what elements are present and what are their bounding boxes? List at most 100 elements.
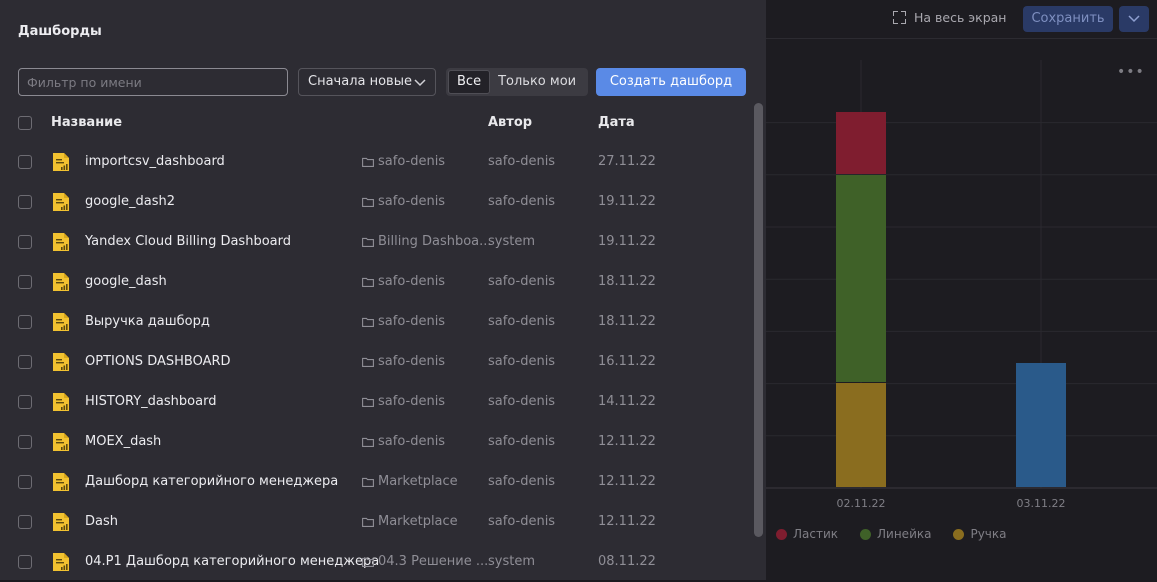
fullscreen-button[interactable]: На весь экран [893,10,1006,25]
table-row[interactable]: MOEX_dash safo-denis safo-denis 12.11.22 [0,422,750,462]
row-checkbox[interactable] [18,275,32,289]
folder-label: safo-denis [378,434,446,449]
row-author: safo-denis [488,194,556,209]
legend-item[interactable]: Ластик [776,527,838,541]
fullscreen-label: На весь экран [914,10,1007,25]
create-dashboard-button[interactable]: Создать дашборд [596,68,746,96]
column-name[interactable]: Название [51,115,122,130]
row-name[interactable]: Выручка дашборд [85,314,210,329]
row-date: 27.11.22 [598,154,656,169]
row-folder: safo-denis [362,394,445,409]
chevron-down-icon [1128,15,1140,23]
folder-icon [362,317,374,327]
row-folder: safo-denis [362,194,445,209]
row-checkbox[interactable] [18,435,32,449]
column-author[interactable]: Автор [488,115,532,130]
row-name[interactable]: Дашборд категорийного менеджера [85,474,338,489]
row-folder: safo-denis [362,354,445,369]
table-row[interactable]: Dash Marketplace safo-denis 12.11.22 [0,502,750,542]
row-folder: safo-denis [362,434,445,449]
dashboards-dialog: Дашборды Сначала новые Все Только мои Со… [0,0,766,580]
row-name[interactable]: 04.P1 Дашборд категорийного менеджера [85,554,379,569]
row-date: 19.11.22 [598,234,656,249]
folder-icon [362,557,374,567]
legend-label: Ручка [970,527,1007,541]
row-checkbox[interactable] [18,235,32,249]
row-checkbox[interactable] [18,555,32,569]
chart-legend: Ластик Линейка Ручка [776,527,1007,541]
row-date: 08.11.22 [598,554,656,569]
bar-segment[interactable] [836,112,886,174]
row-name[interactable]: google_dash [85,274,167,289]
bar-segment[interactable] [1016,363,1066,487]
dashboard-file-icon [52,552,70,576]
folder-label: safo-denis [378,194,446,209]
folder-icon [362,197,374,207]
row-author: safo-denis [488,354,556,369]
folder-icon [362,517,374,527]
row-name[interactable]: google_dash2 [85,194,175,209]
row-author: safo-denis [488,474,556,489]
table-row[interactable]: HISTORY_dashboard safo-denis safo-denis 14.… [0,382,750,422]
table-row[interactable]: google_dash2 safo-denis safo-denis 19.11.22 [0,182,750,222]
legend-label: Линейка [877,527,932,541]
row-checkbox[interactable] [18,195,32,209]
save-options-button[interactable] [1119,6,1149,32]
segment-all[interactable]: Все [448,70,491,94]
row-name[interactable]: Dash [85,514,118,529]
row-name[interactable]: Yandex Cloud Billing Dashboard [85,234,291,249]
save-button[interactable]: Сохранить [1023,6,1113,32]
x-tick-label: 03.11.22 [1017,497,1066,510]
legend-dot-icon [860,528,872,540]
sort-select[interactable]: Сначала новые [298,68,436,96]
row-checkbox[interactable] [18,515,32,529]
row-name[interactable]: HISTORY_dashboard [85,394,216,409]
row-author: safo-denis [488,274,556,289]
row-name[interactable]: importcsv_dashboard [85,154,225,169]
segment-mine[interactable]: Только мои [490,70,584,94]
row-checkbox[interactable] [18,355,32,369]
x-tick-label: 02.11.22 [837,497,886,510]
bar-segment[interactable] [836,383,886,487]
scrollbar-thumb[interactable] [754,103,763,537]
folder-icon [362,237,374,247]
row-checkbox[interactable] [18,475,32,489]
row-date: 18.11.22 [598,314,656,329]
chevron-down-icon [414,79,426,87]
dashboard-file-icon [52,472,70,496]
folder-label: safo-denis [378,314,446,329]
row-name[interactable]: MOEX_dash [85,434,161,449]
row-checkbox[interactable] [18,315,32,329]
legend-item[interactable]: Линейка [860,527,931,541]
row-folder: safo-denis [362,274,445,289]
folder-icon [362,277,374,287]
folder-icon [362,357,374,367]
legend-item[interactable]: Ручка [953,527,1007,541]
bar-segment[interactable] [836,175,886,382]
row-date: 12.11.22 [598,474,656,489]
folder-label: safo-denis [378,354,446,369]
table-row[interactable]: Выручка дашборд safo-denis safo-denis 18.11… [0,302,750,342]
row-checkbox[interactable] [18,155,32,169]
row-name[interactable]: OPTIONS DASHBOARD [85,354,231,369]
dashboard-file-icon [52,432,70,456]
row-author: safo-denis [488,394,556,409]
row-author: safo-denis [488,434,556,449]
folder-icon [362,437,374,447]
dashboard-file-icon [52,512,70,536]
row-checkbox[interactable] [18,395,32,409]
table-row[interactable]: 04.P1 Дашборд категорийного менеджера 04.… [0,542,750,582]
table-row[interactable]: OPTIONS DASHBOARD safo-denis safo-denis 16.… [0,342,750,382]
table-row[interactable]: Дашборд категорийного менеджера Marketpla… [0,462,750,502]
folder-label: Billing Dashboa... [378,234,492,249]
ownership-segmented-control: Все Только мои [446,68,588,96]
legend-dot-icon [953,528,965,540]
folder-label: Marketplace [378,474,458,489]
column-date[interactable]: Дата [598,115,635,130]
filter-input[interactable] [18,68,288,96]
table-row[interactable]: importcsv_dashboard safo-denis safo-denis 2… [0,142,750,182]
folder-icon [362,157,374,167]
table-row[interactable]: Yandex Cloud Billing Dashboard Billing Da… [0,222,750,262]
select-all-checkbox[interactable] [18,116,32,130]
table-row[interactable]: google_dash safo-denis safo-denis 18.11.22 [0,262,750,302]
